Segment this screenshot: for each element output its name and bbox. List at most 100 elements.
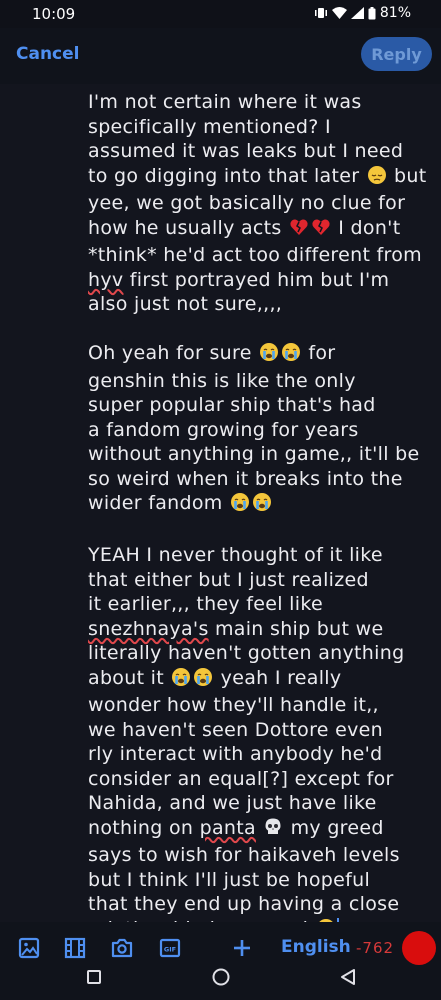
- text-line: without anything in game,, it'll be: [88, 442, 428, 467]
- crying-face-icon: [171, 667, 191, 694]
- text-segment: YEAH I never thought of it like: [88, 544, 383, 566]
- signal-icon: [350, 7, 364, 19]
- compose-header: Cancel Reply: [0, 28, 441, 84]
- text-line: but I think I'll just be hopeful: [88, 868, 428, 893]
- broken-heart-icon: [311, 217, 331, 244]
- vibrate-icon: [314, 7, 328, 19]
- misspelled-word: panta: [199, 816, 256, 839]
- text-segment: but I think I'll just be hopeful: [88, 868, 371, 891]
- text-line: YEAH I never thought of it like: [88, 543, 428, 568]
- text-segment: nothing on: [88, 816, 200, 839]
- video-icon[interactable]: [64, 937, 86, 959]
- text-line: *think* he'd act too different from: [88, 243, 428, 268]
- crying-face-icon: [259, 342, 279, 369]
- reply-button[interactable]: Reply: [361, 37, 432, 71]
- pensive-face-icon: [367, 165, 387, 192]
- text-segment: yeah I really: [214, 666, 342, 689]
- text-segment: first portrayed him but I'm: [123, 268, 390, 291]
- text-line: so weird when it breaks into the: [88, 467, 428, 492]
- reply-text[interactable]: I'm not certain where it was specifically…: [88, 90, 428, 922]
- language-selector[interactable]: English: [281, 937, 351, 957]
- text-line: genshin this is like the only: [88, 369, 428, 394]
- text-segment: consider an equal[?] except for: [88, 767, 394, 790]
- text-line: Nahida, and we just have like: [88, 791, 428, 816]
- text-line: wider fandom: [88, 491, 428, 519]
- text-segment: yee, we got basically no clue for: [88, 192, 406, 214]
- text-line: also just not sure,,,,: [88, 292, 428, 317]
- text-segment: a fandom growing for years: [88, 418, 359, 441]
- text-segment: wonder how they'll handle it,,: [88, 694, 379, 716]
- text-segment: we haven't seen Dottore even: [88, 718, 383, 741]
- text-line: rly interact with anybody he'd: [88, 742, 428, 767]
- text-segment: says to wish for haikaveh levels: [88, 844, 400, 866]
- text-segment: Nahida, and we just have like: [88, 792, 377, 814]
- reply-editor[interactable]: I'm not certain where it was specifically…: [0, 84, 441, 922]
- text-segment: to go digging into that later: [88, 164, 366, 187]
- text-line: a fandom growing for years: [88, 418, 428, 443]
- text-segment: I'm not certain where it was: [88, 91, 362, 113]
- text-line: to go digging into that later but: [88, 164, 428, 192]
- text-segment: wider fandom: [88, 492, 229, 514]
- text-segment: assumed it was leaks but I need: [88, 140, 404, 162]
- text-segment: that either but I just realized: [88, 568, 369, 591]
- text-line: that they end up having a close: [88, 892, 428, 917]
- text-line: consider an equal[?] except for: [88, 767, 428, 792]
- text-line: snezhnaya's main ship but we: [88, 617, 428, 642]
- text-line: we haven't seen Dottore even: [88, 718, 428, 743]
- text-segment: I don't: [331, 216, 401, 239]
- text-segment: that they end up having a close: [88, 893, 400, 915]
- cancel-button[interactable]: Cancel: [16, 44, 79, 64]
- crying-face-icon: [281, 342, 301, 369]
- text-segment: for: [302, 342, 336, 364]
- plus-icon[interactable]: [231, 937, 253, 959]
- text-segment: but: [387, 164, 427, 187]
- text-line: specifically mentioned? I: [88, 115, 428, 140]
- status-time: 10:09: [32, 5, 76, 23]
- text-line: wonder how they'll handle it,,: [88, 693, 428, 718]
- reply-paragraph: I'm not certain where it was specifically…: [88, 90, 428, 317]
- text-segment: main ship but we: [208, 617, 384, 640]
- camera-icon[interactable]: [111, 937, 133, 959]
- text-segment: genshin this is like the only: [88, 369, 356, 392]
- text-line: Oh yeah for sure for: [88, 341, 428, 369]
- crying-face-icon: [193, 667, 213, 694]
- text-segment: super popular ship that's had: [88, 394, 376, 416]
- gif-icon[interactable]: GIF: [159, 937, 181, 959]
- text-line: super popular ship that's had: [88, 393, 428, 418]
- recents-square-icon[interactable]: [86, 969, 102, 989]
- status-bar: 10:09 81%: [0, 0, 441, 28]
- system-nav-bar: [0, 968, 441, 1000]
- misspelled-word: snezhnaya's: [88, 617, 209, 640]
- character-limit-indicator: [402, 931, 436, 965]
- text-line: about it yeah I really: [88, 666, 428, 694]
- text-segment: it earlier,,, they feel like: [88, 593, 323, 615]
- character-count: -762: [356, 939, 395, 957]
- text-line: yee, we got basically no clue for: [88, 191, 428, 216]
- text-segment: specifically mentioned? I: [88, 115, 331, 138]
- crying-face-icon: [252, 492, 272, 519]
- text-line: says to wish for haikaveh levels: [88, 843, 428, 868]
- wifi-icon: [331, 7, 347, 19]
- back-triangle-icon[interactable]: [339, 968, 357, 990]
- text-segment: literally haven't gotten anything: [88, 642, 405, 664]
- broken-heart-icon: [289, 217, 309, 244]
- text-segment: how he usually acts: [88, 216, 288, 239]
- image-icon[interactable]: [18, 937, 40, 959]
- battery-percent: 81%: [379, 5, 411, 21]
- home-circle-icon[interactable]: [211, 967, 231, 991]
- text-line: assumed it was leaks but I need: [88, 139, 428, 164]
- text-segment: so weird when it breaks into the: [88, 467, 403, 490]
- text-segment: [256, 817, 262, 839]
- text-segment: also just not sure,,,,: [88, 293, 283, 315]
- text-segment: about it: [88, 666, 171, 689]
- text-line: it earlier,,, they feel like: [88, 592, 428, 617]
- text-line: hyv first portrayed him but I'm: [88, 268, 428, 293]
- text-line: nothing on panta my greed: [88, 816, 428, 844]
- text-segment: rly interact with anybody he'd: [88, 743, 383, 765]
- status-icons: 81%: [314, 5, 411, 21]
- battery-icon: [368, 6, 376, 20]
- text-segment: *think* he'd act too different from: [88, 244, 422, 266]
- text-line: that either but I just realized: [88, 568, 428, 593]
- reply-paragraph: YEAH I never thought of it like that eith…: [88, 543, 428, 922]
- gif-label: GIF: [164, 946, 176, 954]
